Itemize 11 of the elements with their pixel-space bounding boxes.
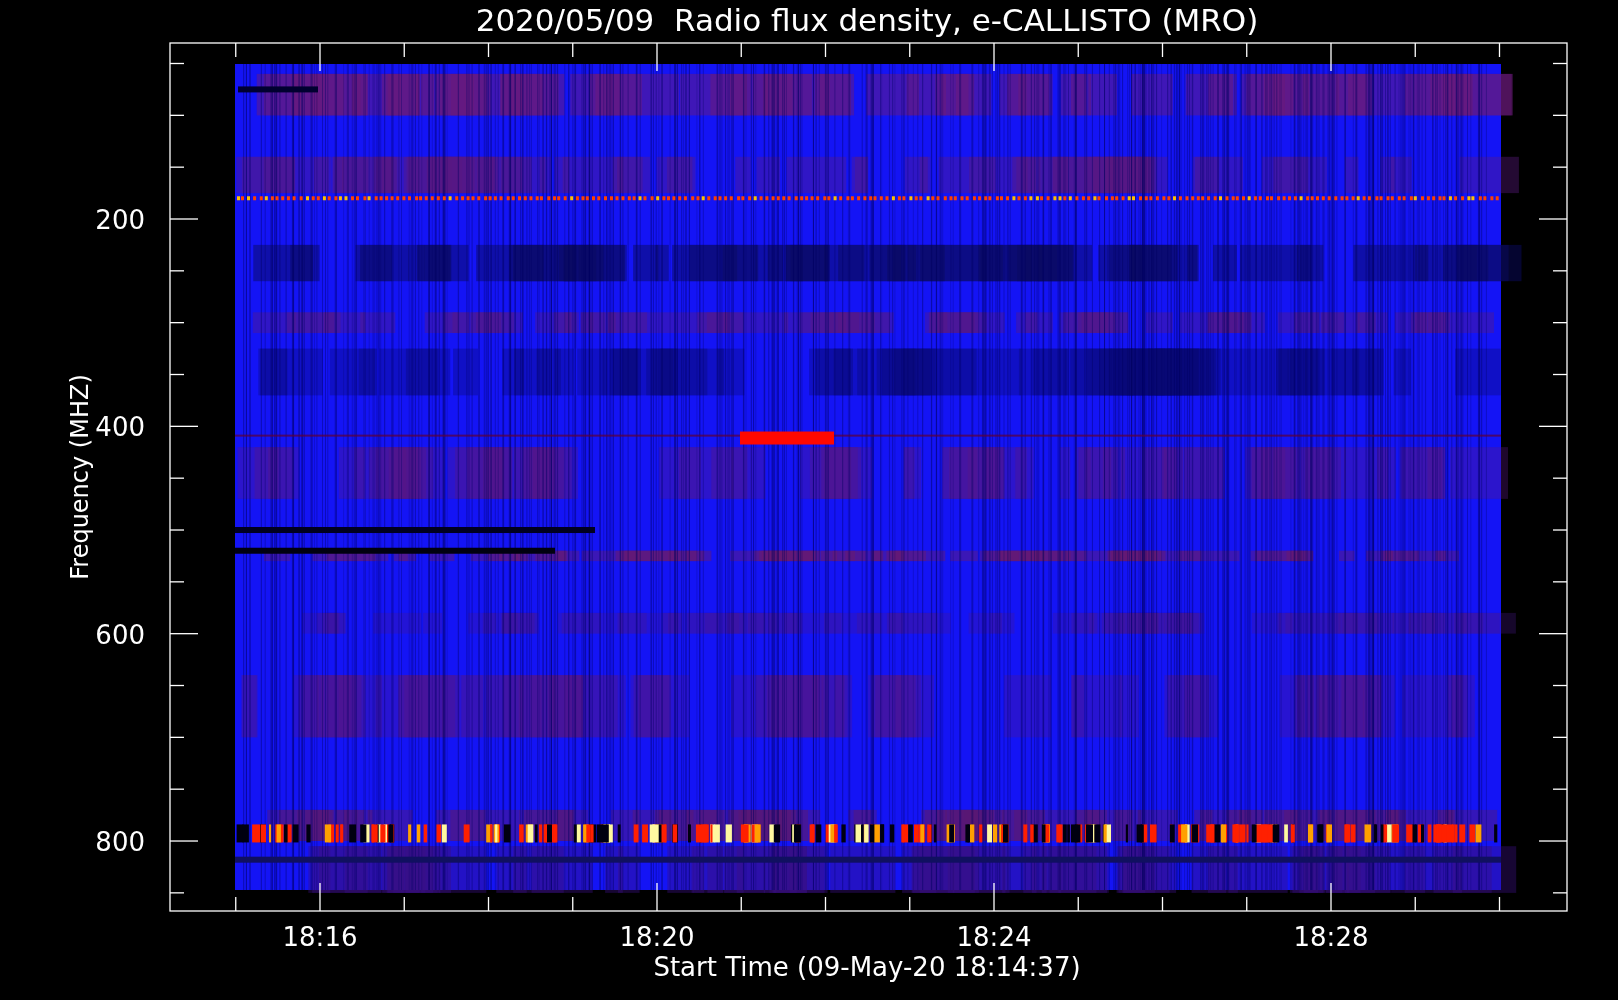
x-tick-label: 18:24 <box>956 922 1032 952</box>
y-tick-label: 600 <box>95 619 145 650</box>
y-axis-title: Frequency (MHZ) <box>66 374 94 580</box>
x-axis-title: Start Time (09-May-20 18:14:37) <box>653 952 1081 982</box>
chart-title: 2020/05/09 Radio flux density, e-CALLISTO (MRO) <box>475 2 1259 38</box>
y-tick-label: 200 <box>95 205 145 235</box>
x-tick-label: 18:28 <box>1293 922 1369 952</box>
x-tick-label: 18:20 <box>619 922 695 952</box>
y-tick-label: 400 <box>95 412 145 443</box>
y-tick-label: 800 <box>95 827 145 857</box>
x-tick-label: 18:16 <box>282 922 358 952</box>
